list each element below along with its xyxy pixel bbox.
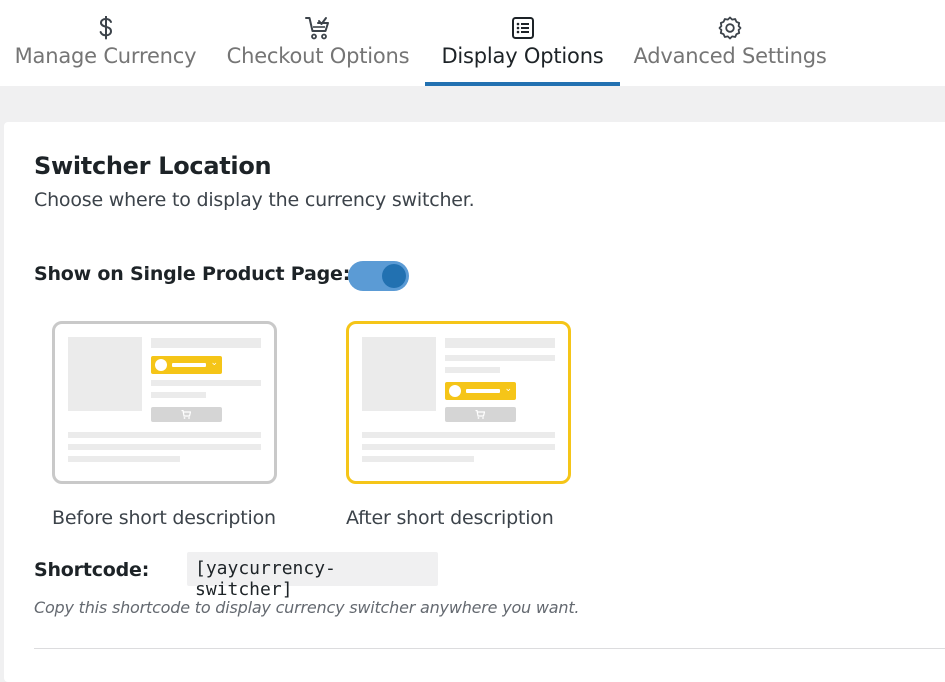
tab-label: Display Options xyxy=(441,44,604,68)
section-subtitle: Choose where to display the currency swi… xyxy=(34,189,475,211)
placeholder-line xyxy=(151,392,206,398)
tab-display-options[interactable]: Display Options xyxy=(425,0,620,86)
tab-label: Manage Currency xyxy=(14,44,197,68)
chevron-down-icon: ⌄ xyxy=(504,383,512,393)
chevron-down-icon: ⌄ xyxy=(210,357,218,367)
option-label: After short description xyxy=(346,507,554,529)
placeholder-line xyxy=(445,338,555,348)
currency-switcher-preview: ⌄ xyxy=(445,382,516,400)
placeholder-line xyxy=(68,444,261,450)
placeholder-line xyxy=(362,432,555,438)
placeholder-line xyxy=(362,456,474,462)
placeholder-line xyxy=(151,380,261,386)
product-image-placeholder xyxy=(362,337,436,411)
cart-icon xyxy=(475,410,485,419)
placeholder-line xyxy=(68,432,261,438)
cart-check-icon xyxy=(305,15,331,41)
dollar-icon xyxy=(98,15,114,41)
option-label: Before short description xyxy=(52,507,276,529)
cart-icon xyxy=(181,410,191,419)
gear-icon xyxy=(717,15,743,41)
product-image-placeholder xyxy=(68,337,142,411)
currency-switcher-preview: ⌄ xyxy=(151,356,222,374)
toggle-knob xyxy=(382,264,406,288)
add-to-cart-preview xyxy=(445,407,516,422)
toggle-label: Show on Single Product Page: xyxy=(34,263,351,285)
option-before-short-description[interactable]: ⌄ xyxy=(52,321,277,484)
add-to-cart-preview xyxy=(151,407,222,422)
placeholder-line xyxy=(445,367,500,373)
tab-label: Checkout Options xyxy=(226,44,410,68)
placeholder-line xyxy=(362,444,555,450)
list-icon xyxy=(511,15,535,41)
shortcode-label: Shortcode: xyxy=(34,559,150,581)
shortcode-value[interactable]: [yaycurrency-switcher] xyxy=(187,552,438,600)
divider xyxy=(34,648,945,649)
coin-icon xyxy=(155,359,167,371)
tab-label: Advanced Settings xyxy=(633,44,827,68)
placeholder-line xyxy=(445,355,555,361)
coin-icon xyxy=(449,385,461,397)
placeholder-line xyxy=(68,456,180,462)
single-product-toggle[interactable] xyxy=(348,261,409,291)
shortcode-help-text: Copy this shortcode to display currency … xyxy=(34,598,580,617)
placeholder-line xyxy=(151,338,261,348)
tab-bar: Manage Currency Checkout Options Display… xyxy=(0,0,945,86)
section-title: Switcher Location xyxy=(34,152,272,180)
tab-advanced-settings[interactable]: Advanced Settings xyxy=(633,0,827,86)
tab-manage-currency[interactable]: Manage Currency xyxy=(15,0,197,86)
tab-checkout-options[interactable]: Checkout Options xyxy=(227,0,410,86)
option-after-short-description[interactable]: ⌄ xyxy=(346,321,571,484)
